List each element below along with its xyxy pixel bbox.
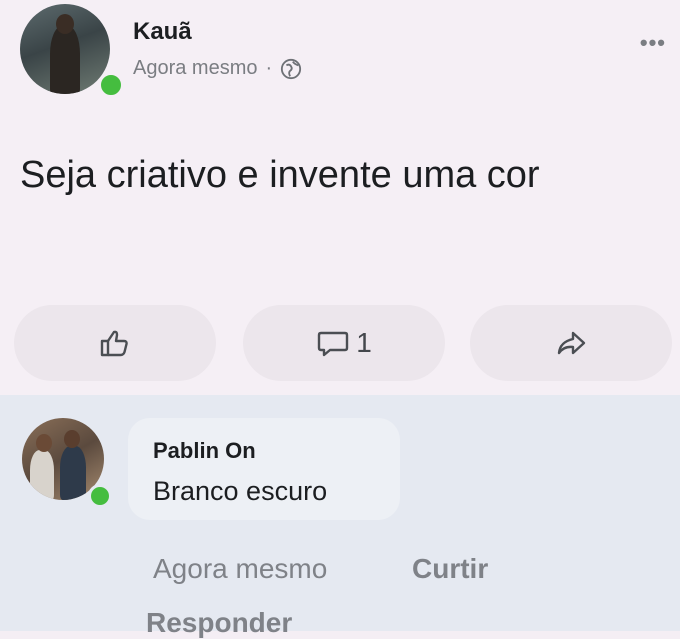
globe-icon xyxy=(281,58,302,79)
comment-text: Branco escuro xyxy=(153,476,328,506)
thumbs-up-icon xyxy=(100,330,128,357)
comment-reply-link[interactable]: Responder xyxy=(146,607,292,639)
like-button[interactable] xyxy=(14,305,216,381)
share-button[interactable] xyxy=(470,305,672,381)
commenter-name[interactable]: Pablin On xyxy=(153,438,256,464)
post-text: Seja criativo e invente uma cor xyxy=(20,154,540,196)
online-status-dot xyxy=(98,72,124,98)
comment-count: 1 xyxy=(356,327,372,358)
post-author-name[interactable]: Kauã xyxy=(133,18,192,46)
more-options-icon[interactable]: ••• xyxy=(640,30,666,56)
author-avatar[interactable] xyxy=(20,4,110,94)
post-meta: Agora mesmo · xyxy=(133,57,302,80)
comment-like-link[interactable]: Curtir xyxy=(412,553,488,585)
comment-timestamp[interactable]: Agora mesmo xyxy=(153,553,327,585)
comment-button[interactable]: 1 xyxy=(243,305,445,381)
share-icon xyxy=(557,331,586,355)
post-card: Kauã Agora mesmo · ••• Seja criativo e i… xyxy=(0,0,680,395)
comment-icon xyxy=(318,331,349,357)
post-timestamp[interactable]: Agora mesmo xyxy=(133,57,258,80)
meta-separator: · xyxy=(265,57,273,79)
commenter-online-dot xyxy=(88,484,112,508)
